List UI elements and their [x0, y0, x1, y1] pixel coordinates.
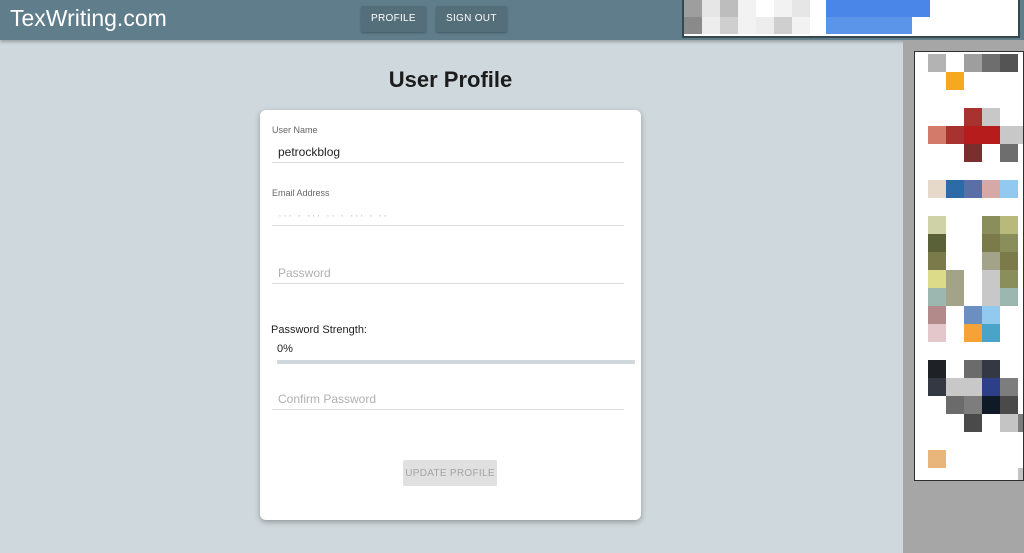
thumbnail-pixel: [964, 306, 982, 324]
thumbnail-pixel: [1000, 396, 1018, 414]
page-title: User Profile: [388, 67, 513, 92]
thumbnail-pixel: [982, 54, 1000, 72]
thumbnail-pixel: [928, 216, 946, 234]
thumbnail-highlight-block: [826, 17, 912, 34]
username-field: User Name: [272, 125, 624, 163]
thumbnail-pixel: [928, 126, 946, 144]
thumbnail-pixel: [928, 234, 946, 252]
thumbnail-pixel: [928, 54, 946, 72]
thumbnail-pixel: [946, 270, 964, 288]
thumbnail-pixel: [720, 0, 738, 17]
thumbnail-pixel: [928, 450, 946, 468]
side-thumbnail-preview: [914, 51, 1024, 481]
thumbnail-pixel: [964, 126, 982, 144]
thumbnail-pixel: [1000, 234, 1018, 252]
thumbnail-pixel: [982, 234, 1000, 252]
thumbnail-pixel: [982, 252, 1000, 270]
profile-button[interactable]: PROFILE: [361, 6, 426, 32]
thumbnail-pixel: [684, 0, 702, 17]
confirm-password-field: [272, 388, 624, 410]
thumbnail-pixel: [1018, 414, 1023, 432]
username-label: User Name: [272, 125, 318, 135]
password-field: [272, 262, 624, 284]
thumbnail-pixel: [982, 270, 1000, 288]
thumbnail-pixel: [964, 144, 982, 162]
email-input[interactable]: [272, 204, 624, 226]
thumbnail-pixel: [964, 360, 982, 378]
thumbnail-pixel: [964, 324, 982, 342]
thumbnail-pixel: [964, 54, 982, 72]
thumbnail-pixel: [982, 360, 1000, 378]
password-strength-value: 0%: [277, 343, 293, 355]
thumbnail-pixel: [792, 17, 810, 34]
thumbnail-pixel: [964, 414, 982, 432]
email-label: Email Address: [272, 188, 330, 198]
thumbnail-pixel: [738, 0, 756, 17]
site-brand[interactable]: TexWriting.com: [10, 5, 167, 32]
thumbnail-pixel: [946, 72, 964, 90]
username-input[interactable]: [272, 141, 624, 163]
thumbnail-pixel: [774, 0, 792, 17]
password-input[interactable]: [272, 262, 624, 284]
thumbnail-pixel: [1000, 378, 1018, 396]
thumbnail-pixel: [982, 216, 1000, 234]
sign-out-button[interactable]: SIGN OUT: [436, 6, 507, 32]
thumbnail-pixel: [1000, 270, 1018, 288]
thumbnail-pixel: [1000, 216, 1018, 234]
thumbnail-pixel: [928, 324, 946, 342]
thumbnail-pixel: [964, 180, 982, 198]
thumbnail-pixel: [982, 288, 1000, 306]
thumbnail-pixel: [928, 288, 946, 306]
thumbnail-pixel: [792, 0, 810, 17]
thumbnail-pixel: [1000, 288, 1018, 306]
thumbnail-pixel: [964, 108, 982, 126]
thumbnail-pixel: [982, 396, 1000, 414]
confirm-password-input[interactable]: [272, 388, 624, 410]
thumbnail-pixel: [982, 378, 1000, 396]
thumbnail-pixel: [946, 378, 964, 396]
thumbnail-pixel: [982, 324, 1000, 342]
thumbnail-pixel: [702, 0, 720, 17]
update-profile-button[interactable]: UPDATE PROFILE: [403, 460, 497, 486]
thumbnail-pixel: [928, 360, 946, 378]
thumbnail-pixel: [928, 270, 946, 288]
thumbnail-pixel: [1000, 54, 1018, 72]
top-thumbnail-preview: [682, 0, 1020, 38]
thumbnail-pixel: [1000, 252, 1018, 270]
thumbnail-pixel: [1018, 468, 1023, 480]
thumbnail-pixel: [928, 252, 946, 270]
thumbnail-pixel: [738, 17, 756, 34]
thumbnail-pixel: [702, 17, 720, 34]
email-field: Email Address: [272, 188, 624, 226]
thumbnail-pixel: [946, 180, 964, 198]
thumbnail-pixel: [946, 288, 964, 306]
thumbnail-pixel: [982, 126, 1000, 144]
password-strength-label: Password Strength:: [271, 324, 367, 336]
thumbnail-pixel: [1018, 126, 1023, 144]
thumbnail-pixel: [720, 17, 738, 34]
thumbnail-pixel: [1000, 126, 1018, 144]
thumbnail-highlight-block: [826, 0, 930, 17]
thumbnail-pixel: [964, 396, 982, 414]
thumbnail-pixel: [928, 306, 946, 324]
profile-form-card: User Name Email Address Password Strengt…: [260, 110, 641, 520]
thumbnail-pixel: [1000, 180, 1018, 198]
password-strength-bar: [277, 360, 635, 364]
thumbnail-pixel: [946, 396, 964, 414]
thumbnail-pixel: [982, 108, 1000, 126]
thumbnail-pixel: [774, 17, 792, 34]
thumbnail-pixel: [756, 17, 774, 34]
thumbnail-pixel: [1000, 414, 1018, 432]
thumbnail-pixel: [946, 126, 964, 144]
thumbnail-pixel: [964, 378, 982, 396]
thumbnail-pixel: [928, 378, 946, 396]
thumbnail-pixel: [1000, 144, 1018, 162]
thumbnail-pixel: [928, 180, 946, 198]
thumbnail-pixel: [684, 17, 702, 34]
thumbnail-pixel: [982, 306, 1000, 324]
thumbnail-pixel: [982, 180, 1000, 198]
